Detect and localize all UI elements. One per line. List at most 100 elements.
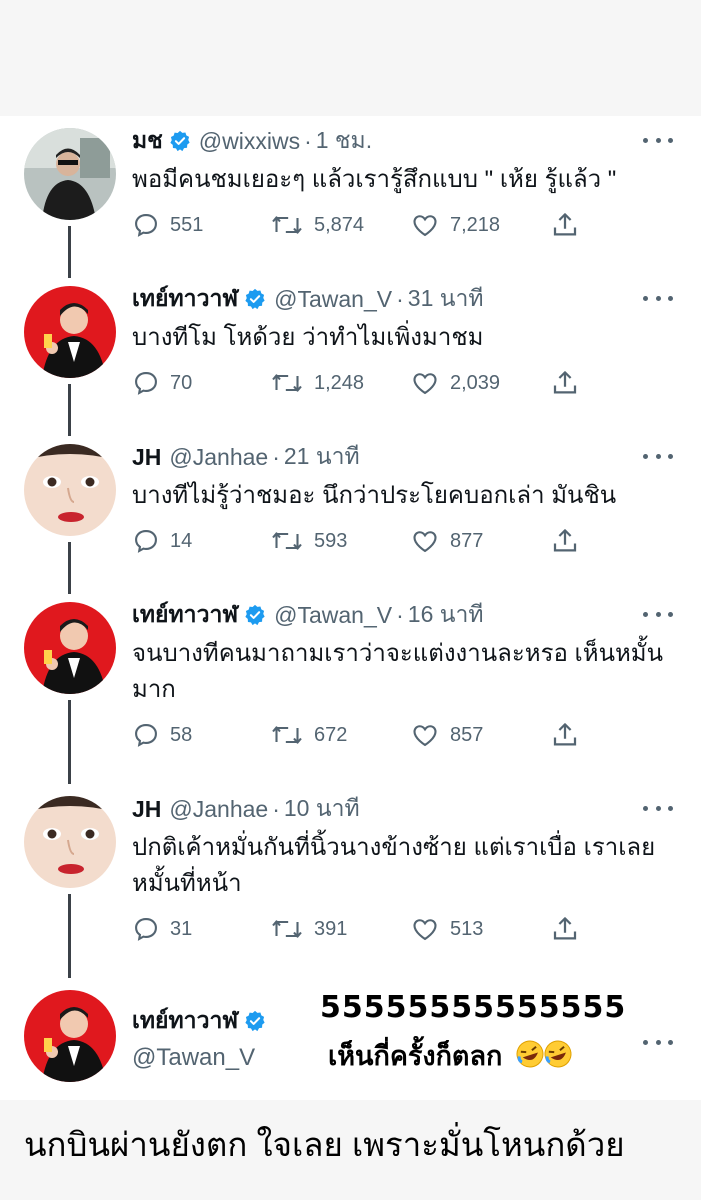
share-button[interactable] (550, 368, 590, 398)
display-name[interactable]: เทย์ทาวาฬ (132, 597, 238, 633)
timestamp[interactable]: 21 นาที (284, 439, 360, 475)
timestamp[interactable]: 1 ชม. (316, 123, 372, 159)
share-icon (553, 723, 577, 746)
like-count: 513 (450, 917, 484, 940)
sticker-laugh-text: 55555555555555 (320, 990, 627, 1025)
timestamp[interactable]: 31 นาที (408, 281, 484, 317)
share-icon (553, 917, 577, 940)
avatar-janhae[interactable] (24, 444, 116, 536)
like-count: 877 (450, 529, 484, 552)
reply-button[interactable]: 31 (132, 915, 270, 943)
reply-icon (135, 214, 157, 237)
like-icon (413, 531, 437, 553)
like-icon (413, 373, 437, 395)
reply-icon (135, 372, 157, 395)
timestamp[interactable]: 16 นาที (408, 597, 484, 633)
share-button[interactable] (550, 914, 590, 944)
story-caption: นกบินผ่านยังตก ใจเลย เพราะมั่นโหนกด้วย (24, 1126, 625, 1163)
avatar-janhae[interactable] (24, 796, 116, 888)
more-icon[interactable] (643, 288, 673, 308)
retweet-button[interactable]: 1,248 (270, 369, 410, 397)
like-button[interactable]: 2,039 (410, 369, 550, 397)
separator-dot: · (272, 443, 280, 470)
more-icon[interactable] (643, 604, 673, 624)
like-icon (413, 919, 437, 941)
tweet-text: ปกติเค้าหมั่นกันที่นิ้วนางข้างซ้าย แต่เร… (132, 834, 656, 897)
tweet-actions: 551 5,874 7,218 (132, 208, 592, 242)
thread-line (68, 894, 71, 978)
avatar-tawan-v[interactable] (24, 286, 116, 378)
handle[interactable]: @Tawan_V (274, 286, 392, 313)
reply-button[interactable]: 58 (132, 721, 270, 749)
display-name[interactable]: เทย์ทาวาฬ (132, 281, 238, 317)
handle[interactable]: @wixxiws (199, 128, 300, 155)
retweet-icon (272, 532, 302, 550)
tweet-text: จนบางทีคนมาถามเราว่าจะแต่งงานละหรอ เห็นห… (132, 640, 664, 703)
tweet-actions: 31 391 513 (132, 912, 592, 946)
share-button[interactable] (550, 526, 590, 556)
thread-line (68, 384, 71, 436)
retweet-button[interactable]: 391 (270, 915, 410, 943)
separator-dot: · (304, 127, 312, 154)
share-button[interactable] (550, 720, 590, 750)
share-icon (553, 213, 577, 236)
handle[interactable]: @Tawan_V (274, 602, 392, 629)
display-name[interactable]: JH (132, 444, 161, 471)
handle[interactable]: @Janhae (169, 444, 268, 471)
tweet-actions: 70 1,248 2,039 (132, 366, 592, 400)
like-count: 2,039 (450, 371, 501, 394)
verified-icon (244, 604, 266, 626)
sticker-caption-text: เห็นกี่ครั้งก็ตลก (328, 1041, 503, 1072)
reply-button[interactable]: 551 (132, 211, 270, 239)
avatar-tawan-v[interactable] (24, 602, 116, 694)
retweet-button[interactable]: 672 (270, 721, 410, 749)
retweet-icon (272, 374, 302, 392)
thread-line (68, 226, 71, 278)
reply-count: 551 (170, 213, 204, 236)
reply-button[interactable]: 70 (132, 369, 270, 397)
share-icon (553, 529, 577, 552)
tweet-header: JH @Janhae · 10 นาที (132, 792, 360, 826)
share-icon (553, 371, 577, 394)
like-button[interactable]: 877 (410, 527, 550, 555)
display-name[interactable]: JH (132, 796, 161, 823)
like-count: 857 (450, 723, 484, 746)
more-icon[interactable] (643, 446, 673, 466)
tweet-header: เทย์ทาวาฬ @Tawan_V · 16 นาที (132, 598, 484, 632)
share-button[interactable] (550, 210, 590, 240)
avatar-wixxiws[interactable] (24, 128, 116, 220)
thread-line (68, 542, 71, 594)
retweet-count: 5,874 (314, 213, 365, 236)
retweet-icon (272, 216, 302, 234)
retweet-count: 672 (314, 723, 348, 746)
display-name[interactable]: เทย์ทาวาฬ (132, 1003, 238, 1039)
avatar-tawan-v[interactable] (24, 990, 116, 1082)
tweet-header: มช @wixxiws · 1 ชม. (132, 124, 372, 158)
like-count: 7,218 (450, 213, 501, 236)
more-icon[interactable] (643, 130, 673, 150)
separator-dot: · (396, 601, 404, 628)
laughing-emoji (516, 1039, 574, 1076)
like-button[interactable]: 7,218 (410, 211, 550, 239)
retweet-button[interactable]: 5,874 (270, 211, 410, 239)
reply-count: 14 (170, 529, 193, 552)
reply-button[interactable]: 14 (132, 527, 270, 555)
like-button[interactable]: 857 (410, 721, 550, 749)
timestamp[interactable]: 10 นาที (284, 791, 360, 827)
verified-icon (244, 288, 266, 310)
retweet-icon (272, 726, 302, 744)
retweet-button[interactable]: 593 (270, 527, 410, 555)
display-name[interactable]: มช (132, 123, 163, 159)
verified-icon (244, 1010, 266, 1032)
more-icon[interactable] (643, 798, 673, 818)
tweet-thread: มช @wixxiws · 1 ชม. พอมีคนชมเยอะๆ แล้วเร… (0, 116, 701, 1100)
like-button[interactable]: 513 (410, 915, 550, 943)
reply-icon (135, 918, 157, 941)
reply-count: 70 (170, 371, 193, 394)
tweet-text: พอมีคนชมเยอะๆ แล้วเรารู้สึกแบบ " เห้ย รู… (132, 166, 617, 193)
tweet-text: บางทีไม่รู้ว่าชมอะ นึกว่าประโยคบอกเล่า ม… (132, 482, 617, 509)
tweet-header: เทย์ทาวาฬ (132, 1004, 266, 1038)
tweet-actions: 58 672 857 (132, 718, 592, 752)
handle[interactable]: @Janhae (169, 796, 268, 823)
tweet-header: เทย์ทาวาฬ @Tawan_V · 31 นาที (132, 282, 484, 316)
